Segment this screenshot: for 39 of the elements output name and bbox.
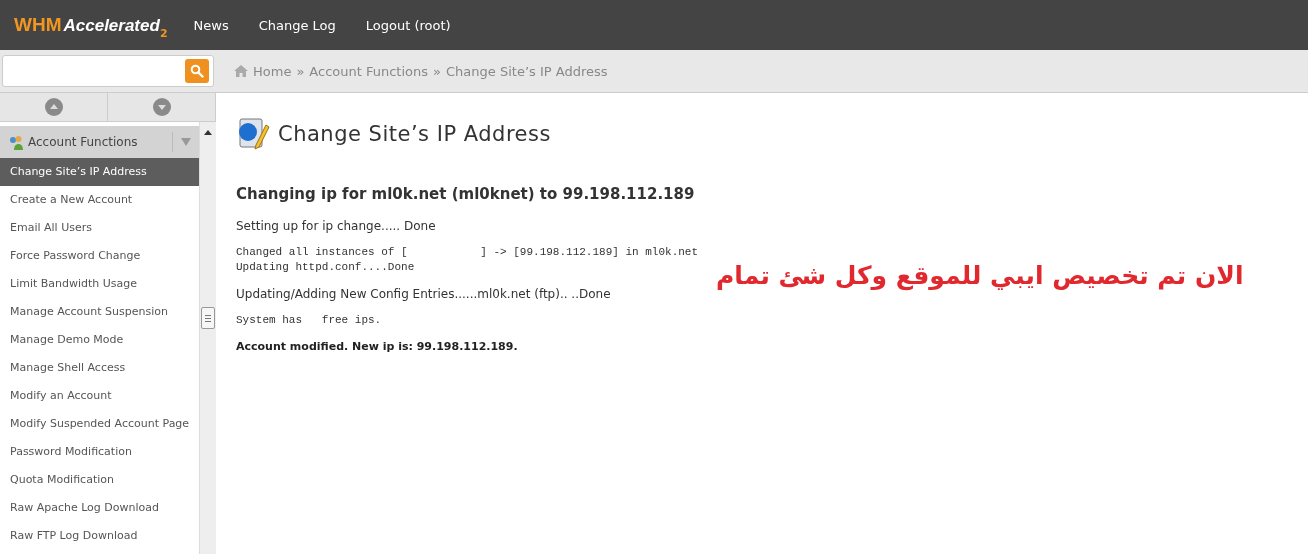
sidebar-item[interactable]: Raw FTP Log Download <box>0 522 200 550</box>
scroll-up-icon[interactable] <box>204 130 213 135</box>
output-line: Changed all instances of [ ] -> [99.198.112.189] in ml0k.net <box>236 245 700 260</box>
sidebar-item[interactable]: Modify Suspended Account Page <box>0 410 200 438</box>
sidebar-item[interactable]: Limit Bandwidth Usage <box>0 270 200 298</box>
sidebar-item[interactable]: Manage Shell Access <box>0 354 200 382</box>
sidebar-item[interactable]: Password Modification <box>0 438 200 466</box>
nav-link[interactable]: Logout (root) <box>365 17 451 33</box>
output-line: Updating/Adding New Config Entries......ml0k.net (ftp).. ..Done <box>236 287 612 301</box>
search-icon <box>190 64 204 78</box>
output-line: Account modified. New ip is: 99.198.112.189. <box>236 340 519 353</box>
sidebar-item[interactable]: Change Site’s IP Address <box>0 158 200 186</box>
annotation-text: الان تم تخصيص ايبي للموقع وكل شئ تمام <box>716 261 1244 290</box>
section-header[interactable]: Account Functions <box>0 126 200 158</box>
search-field[interactable] <box>2 55 214 87</box>
search-button[interactable] <box>185 59 209 83</box>
sidebar-item[interactable]: Manage Account Suspension <box>0 298 200 326</box>
page-title: Change Site’s IP Address <box>278 122 551 146</box>
output-line: Setting up for ip change..... Done <box>236 219 437 233</box>
scrollbar-thumb[interactable] <box>201 307 216 329</box>
section-label: Account Functions <box>28 135 139 149</box>
breadcrumb-separator: » <box>433 63 442 79</box>
output-line: System has free ips. <box>236 313 383 328</box>
sidebar-item[interactable]: Create a New Account <box>0 186 200 214</box>
sidebar-item[interactable]: Manage Demo Mode <box>0 326 200 354</box>
nav-link[interactable]: News <box>193 17 229 33</box>
sidebar-item[interactable]: Modify an Account <box>0 382 200 410</box>
breadcrumb-separator: » <box>296 63 305 79</box>
sidebar-item[interactable]: Force Password Change <box>0 242 200 270</box>
nav-link[interactable]: Change Log <box>258 17 336 33</box>
sidebar-item[interactable]: Raw Apache Log Download <box>0 494 200 522</box>
sidebar-item[interactable]: Email All Users <box>0 214 200 242</box>
caret-icon <box>181 138 192 146</box>
home-icon <box>234 65 248 77</box>
ip-edit-icon <box>236 117 270 151</box>
output-line: Updating httpd.conf....Done <box>236 260 416 275</box>
users-icon <box>8 134 24 150</box>
result-heading: Changing ip for ml0k.net (ml0knet) to 99.198.112.189 <box>236 185 696 203</box>
sidebar-item[interactable]: Quota Modification <box>0 466 200 494</box>
